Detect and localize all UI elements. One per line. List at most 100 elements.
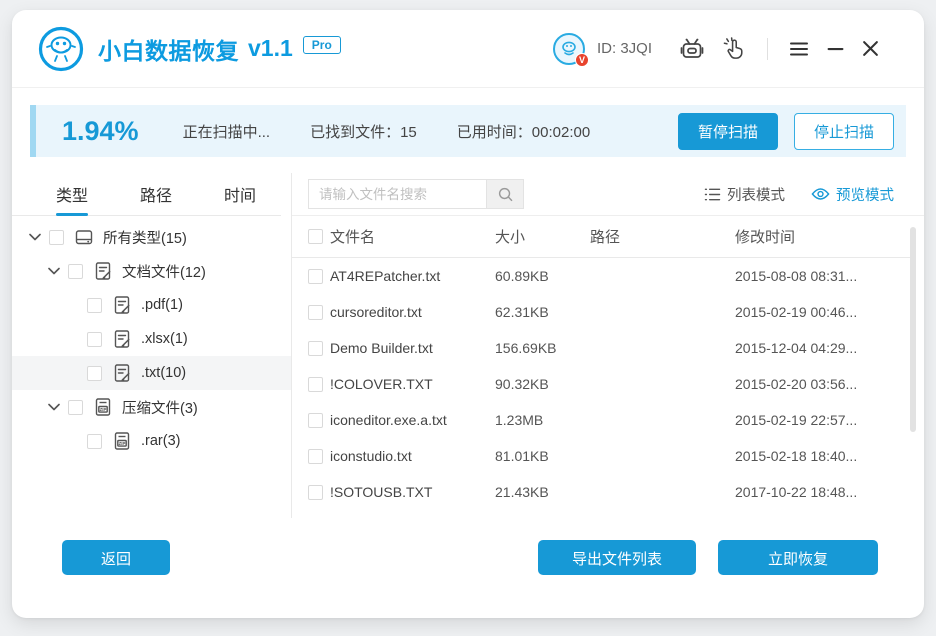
tab-path[interactable]: 路径 xyxy=(140,173,172,215)
scan-status: 正在扫描中... xyxy=(183,121,271,142)
export-file-list-button[interactable]: 导出文件列表 xyxy=(538,540,696,575)
cell-size: 62.31KB xyxy=(495,304,590,320)
eye-icon xyxy=(811,187,830,201)
table-row[interactable]: AT4REPatcher.txt 60.89KB 2015-08-08 08:3… xyxy=(292,258,924,294)
doc-icon xyxy=(112,363,132,383)
zip-icon: ZIP xyxy=(93,397,113,417)
row-checkbox[interactable] xyxy=(308,449,323,464)
drive-icon xyxy=(74,227,94,247)
scan-found: 已找到文件：15 xyxy=(310,121,417,142)
cell-modified: 2015-12-04 04:29... xyxy=(735,340,924,356)
tree-item[interactable]: ZIP 压缩文件(3) xyxy=(12,390,291,424)
cell-modified: 2015-08-08 08:31... xyxy=(735,268,924,284)
vertical-scrollbar[interactable] xyxy=(910,227,916,432)
touch-hand-icon[interactable] xyxy=(714,37,755,60)
titlebar-divider xyxy=(767,38,768,60)
tree-item-label: 文档文件(12) xyxy=(122,261,206,282)
robot-assistant-icon[interactable] xyxy=(670,37,714,61)
tree-item[interactable]: ZIP .rar(3) xyxy=(12,424,291,458)
cell-filename: !COLOVER.TXT xyxy=(330,376,495,392)
doc-icon xyxy=(112,329,132,349)
tab-type[interactable]: 类型 xyxy=(56,173,88,215)
cell-modified: 2015-02-19 00:46... xyxy=(735,304,924,320)
tree-item-checkbox[interactable] xyxy=(68,400,83,415)
tree-item-checkbox[interactable] xyxy=(68,264,83,279)
tree-item-label: .rar(3) xyxy=(141,433,180,449)
recover-now-button[interactable]: 立即恢复 xyxy=(718,540,878,575)
pro-badge: Pro xyxy=(303,36,341,54)
scan-found-count: 15 xyxy=(400,124,417,141)
cell-modified: 2015-02-19 22:57... xyxy=(735,412,924,428)
table-row[interactable]: !COLOVER.TXT 90.32KB 2015-02-20 03:56... xyxy=(292,366,924,402)
toolbar: 列表模式 预览模式 xyxy=(292,173,924,216)
table-row[interactable]: iconeditor.exe.a.txt 1.23MB 2015-02-19 2… xyxy=(292,402,924,438)
tree-item-checkbox[interactable] xyxy=(87,332,102,347)
table-row[interactable]: iconstudio.txt 81.01KB 2015-02-18 18:40.… xyxy=(292,438,924,474)
tree-item[interactable]: .pdf(1) xyxy=(12,288,291,322)
table-row[interactable]: !SOTOUSB.TXT 21.43KB 2017-10-22 18:48... xyxy=(292,474,924,510)
row-checkbox[interactable] xyxy=(308,413,323,428)
file-table-header: 文件名 大小 路径 修改时间 xyxy=(292,216,910,258)
avatar[interactable]: V xyxy=(553,33,585,65)
tree-item[interactable]: .xlsx(1) xyxy=(12,322,291,356)
app-window: 小白数据恢复 v1.1 Pro V ID: 3JQI xyxy=(12,10,924,618)
chevron-down-icon[interactable] xyxy=(44,267,64,275)
tree-item[interactable]: 文档文件(12) xyxy=(12,254,291,288)
cell-filename: iconeditor.exe.a.txt xyxy=(330,412,495,428)
user-id: ID: 3JQI xyxy=(597,40,652,57)
scan-percent: 1.94% xyxy=(62,116,139,147)
tree-item-checkbox[interactable] xyxy=(49,230,64,245)
tree-item-checkbox[interactable] xyxy=(87,366,102,381)
cell-size: 60.89KB xyxy=(495,268,590,284)
row-checkbox[interactable] xyxy=(308,485,323,500)
search-input[interactable] xyxy=(308,179,486,209)
chevron-down-icon[interactable] xyxy=(44,403,64,411)
menu-icon[interactable] xyxy=(780,41,818,57)
row-checkbox[interactable] xyxy=(308,341,323,356)
titlebar: 小白数据恢复 v1.1 Pro V ID: 3JQI xyxy=(12,10,924,88)
cell-size: 21.43KB xyxy=(495,484,590,500)
tree-item-label: .xlsx(1) xyxy=(141,331,188,347)
tab-time[interactable]: 时间 xyxy=(224,173,256,215)
cell-size: 81.01KB xyxy=(495,448,590,464)
tree-item-label: 压缩文件(3) xyxy=(122,397,198,418)
back-button[interactable]: 返回 xyxy=(62,540,170,575)
cell-filename: iconstudio.txt xyxy=(330,448,495,464)
row-checkbox[interactable] xyxy=(308,269,323,284)
close-icon[interactable] xyxy=(853,40,888,57)
tree-item-checkbox[interactable] xyxy=(87,298,102,313)
tree-item-label: .pdf(1) xyxy=(141,297,183,313)
row-checkbox[interactable] xyxy=(308,377,323,392)
column-filename: 文件名 xyxy=(330,226,495,247)
tree-item[interactable]: .txt(10) xyxy=(12,356,291,390)
search-button[interactable] xyxy=(486,179,524,209)
preview-mode-toggle[interactable]: 预览模式 xyxy=(811,184,894,205)
sidebar: 类型 路径 时间 所有类型(15) 文档文件(12) xyxy=(12,173,292,518)
vip-badge: V xyxy=(575,53,589,67)
tree-item-checkbox[interactable] xyxy=(87,434,102,449)
cell-filename: AT4REPatcher.txt xyxy=(330,268,495,284)
chevron-down-icon[interactable] xyxy=(25,233,45,241)
cell-size: 1.23MB xyxy=(495,412,590,428)
app-title: 小白数据恢复 xyxy=(98,32,239,66)
svg-text:ZIP: ZIP xyxy=(119,441,126,446)
tree-item[interactable]: 所有类型(15) xyxy=(12,220,291,254)
row-checkbox[interactable] xyxy=(308,305,323,320)
list-icon xyxy=(704,187,721,202)
cell-filename: !SOTOUSB.TXT xyxy=(330,484,495,500)
stop-scan-button[interactable]: 停止扫描 xyxy=(794,113,894,150)
cell-filename: cursoreditor.txt xyxy=(330,304,495,320)
cell-filename: Demo Builder.txt xyxy=(330,340,495,356)
cell-modified: 2015-02-20 03:56... xyxy=(735,376,924,392)
footer: 返回 导出文件列表 立即恢复 xyxy=(12,518,924,618)
cell-modified: 2017-10-22 18:48... xyxy=(735,484,924,500)
minimize-icon[interactable] xyxy=(818,40,853,57)
cell-size: 156.69KB xyxy=(495,340,590,356)
table-row[interactable]: cursoreditor.txt 62.31KB 2015-02-19 00:4… xyxy=(292,294,924,330)
column-size: 大小 xyxy=(495,226,590,247)
sidebar-tabs: 类型 路径 时间 xyxy=(12,173,281,216)
pause-scan-button[interactable]: 暂停扫描 xyxy=(678,113,778,150)
select-all-checkbox[interactable] xyxy=(308,229,323,244)
table-row[interactable]: Demo Builder.txt 156.69KB 2015-12-04 04:… xyxy=(292,330,924,366)
list-mode-toggle[interactable]: 列表模式 xyxy=(704,184,785,205)
